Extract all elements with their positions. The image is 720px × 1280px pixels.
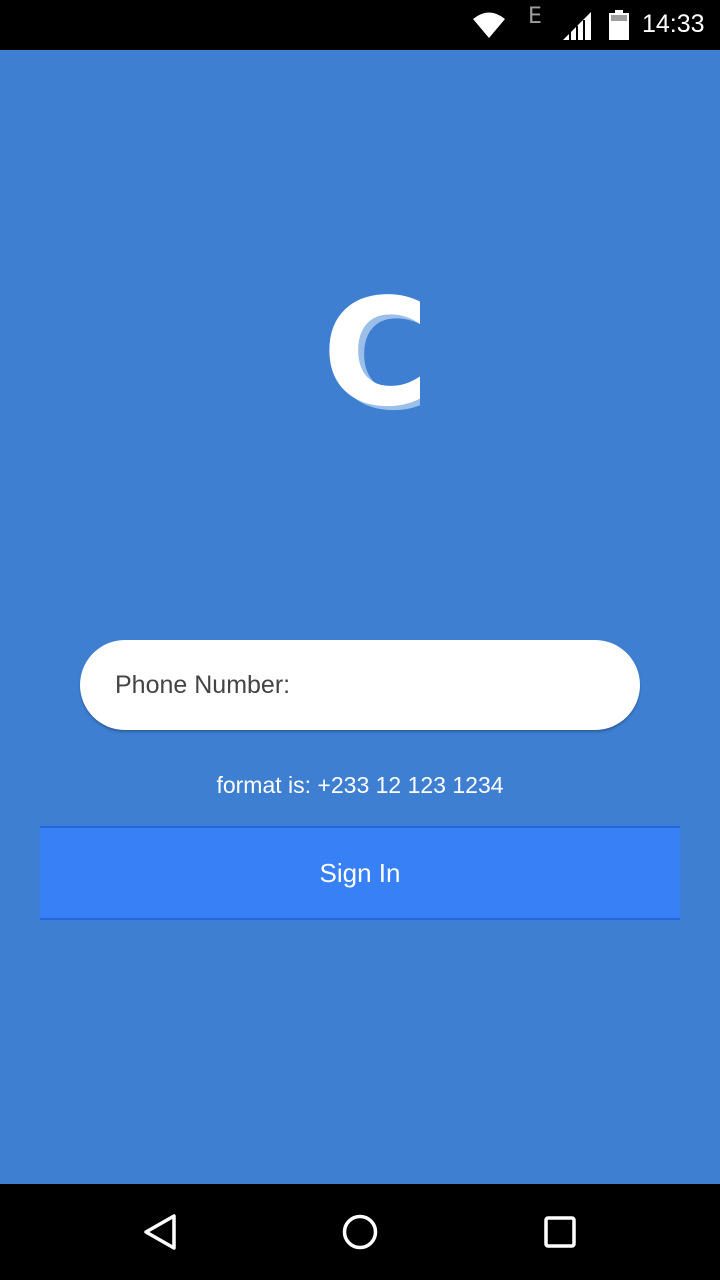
navigation-bar: [0, 1184, 720, 1280]
home-icon[interactable]: [336, 1208, 384, 1256]
back-icon[interactable]: [136, 1208, 184, 1256]
phone-number-field[interactable]: [80, 640, 640, 730]
wifi-icon: [472, 10, 506, 45]
status-bar: E 14:33: [0, 0, 720, 50]
recent-apps-icon[interactable]: [536, 1208, 584, 1256]
login-screen: E 14:33 C C format is: +233 12 1: [0, 0, 720, 1280]
sign-in-button[interactable]: Sign In: [40, 826, 680, 920]
status-clock: 14:33: [642, 10, 705, 38]
network-type-label: E: [528, 4, 542, 29]
app-logo: C C: [300, 267, 437, 443]
phone-format-hint: format is: +233 12 123 1234: [216, 772, 504, 798]
logo-letter: C: [322, 280, 420, 430]
phone-number-input[interactable]: [113, 669, 597, 701]
signal-icon: [561, 10, 593, 45]
battery-icon: [609, 10, 629, 45]
